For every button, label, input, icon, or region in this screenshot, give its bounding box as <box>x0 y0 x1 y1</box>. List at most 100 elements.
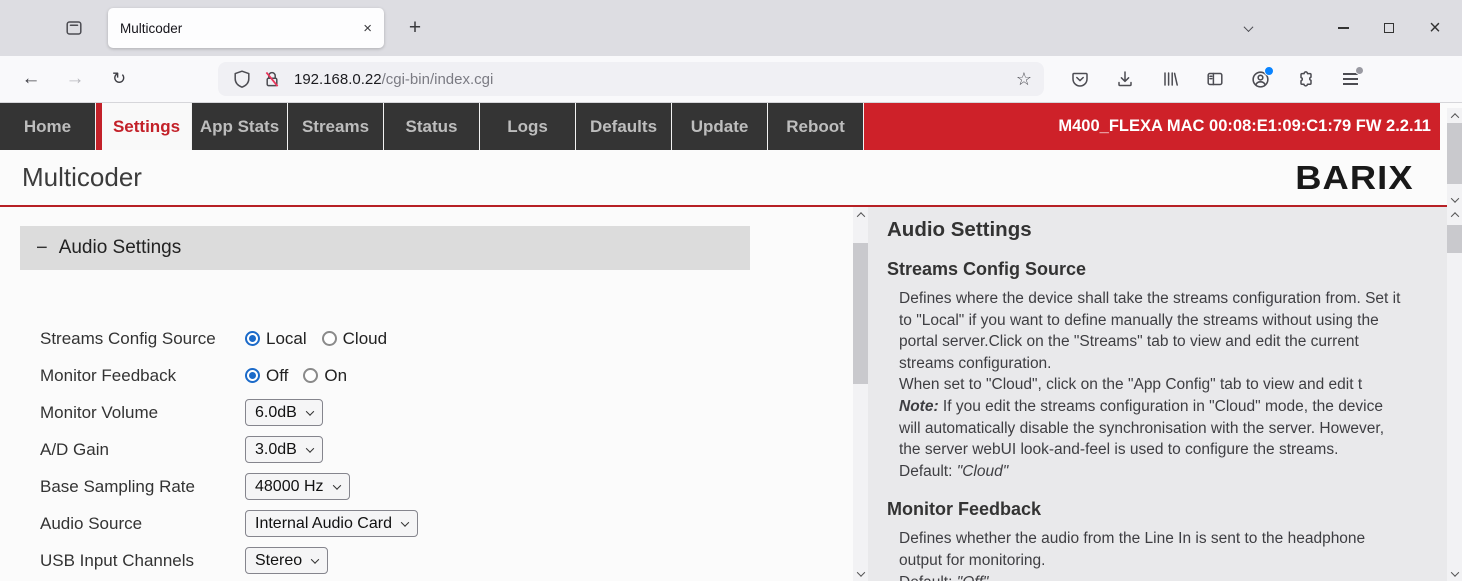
nav-tab-settings[interactable]: Settings <box>96 103 192 150</box>
maximize-button[interactable] <box>1366 8 1412 48</box>
field-label: Monitor Feedback <box>40 366 245 386</box>
scrollbar-track[interactable] <box>853 222 868 566</box>
audio-source-select[interactable]: Internal Audio Card <box>245 510 418 537</box>
help-panel-scrollbar[interactable] <box>1447 207 1462 581</box>
scroll-down-arrow[interactable] <box>1447 192 1462 207</box>
nav-tab-streams[interactable]: Streams <box>288 103 384 150</box>
hamburger-menu-icon <box>1343 73 1358 85</box>
usb-input-channels-select[interactable]: Stereo <box>245 547 328 574</box>
nav-tab-logs[interactable]: Logs <box>480 103 576 150</box>
screen: Multicoder × + × ← → ↻ 192.168.0.22/cgi-… <box>0 0 1462 581</box>
pocket-icon <box>1070 69 1090 89</box>
firefox-view-icon <box>64 18 84 38</box>
nav-tab-status[interactable]: Status <box>384 103 480 150</box>
barix-logo: BARIX <box>1296 159 1414 197</box>
form-row-monitor-volume: Monitor Volume 6.0dB <box>40 394 868 431</box>
url-bar[interactable]: 192.168.0.22/cgi-bin/index.cgi ☆ <box>218 62 1044 96</box>
forward-button[interactable]: → <box>60 64 90 94</box>
monitor-volume-select[interactable]: 6.0dB <box>245 399 323 426</box>
reload-button[interactable]: ↻ <box>104 64 134 94</box>
chevron-down-icon <box>332 481 340 489</box>
default-value: "Off" <box>957 574 989 581</box>
radio-unselected-icon[interactable] <box>303 368 318 383</box>
radio-option-on[interactable]: On <box>303 366 347 386</box>
radio-option-off[interactable]: Off <box>245 366 288 386</box>
tab-close-icon[interactable]: × <box>363 20 372 37</box>
list-all-tabs-button[interactable] <box>1232 25 1264 32</box>
scroll-down-arrow[interactable] <box>1447 566 1462 581</box>
section-title: Audio Settings <box>59 237 182 259</box>
field-label: Streams Config Source <box>40 329 245 349</box>
select-value: Stereo <box>255 552 302 570</box>
scroll-up-arrow[interactable] <box>1447 108 1462 123</box>
radio-selected-icon[interactable] <box>245 331 260 346</box>
page-title: Multicoder <box>22 162 142 193</box>
browser-tab[interactable]: Multicoder × <box>108 8 384 48</box>
audio-settings-form: Streams Config Source Local Cloud Monito <box>40 320 868 579</box>
content-area: − Audio Settings Streams Config Source L… <box>0 207 1462 581</box>
settings-frame-scrollbar[interactable] <box>853 207 868 581</box>
radio-unselected-icon[interactable] <box>322 331 337 346</box>
note-label: Note: <box>899 398 939 415</box>
scrollbar-track[interactable] <box>1447 123 1462 192</box>
default-label: Default: <box>899 574 957 581</box>
sidebar-button[interactable] <box>1203 67 1227 91</box>
help-heading-streams-config-source: Streams Config Source <box>887 259 1433 280</box>
note-text: If you edit the streams configuration in… <box>899 398 1384 458</box>
device-top-frame: Home Settings App Stats Streams Status L… <box>0 103 1462 207</box>
window-close-button[interactable]: × <box>1412 8 1458 48</box>
browser-tab-strip: Multicoder × + × <box>0 0 1462 56</box>
scrollbar-thumb[interactable] <box>853 243 868 384</box>
help-default-line: Default: "Off" <box>899 572 1433 581</box>
lock-insecure-icon[interactable] <box>262 69 282 89</box>
nav-tab-home[interactable]: Home <box>0 103 96 150</box>
scroll-down-arrow[interactable] <box>853 566 868 581</box>
help-scrollbar-column <box>1447 207 1462 581</box>
scrollbar-thumb[interactable] <box>1447 225 1462 253</box>
new-tab-button[interactable]: + <box>400 16 430 40</box>
extensions-button[interactable] <box>1293 67 1317 91</box>
radio-selected-icon[interactable] <box>245 368 260 383</box>
help-panel: Audio Settings Streams Config Source Def… <box>868 207 1447 581</box>
account-icon <box>1250 69 1271 90</box>
top-frame-scrollbar[interactable] <box>1447 108 1462 207</box>
radio-option-local[interactable]: Local <box>245 329 307 349</box>
shield-icon[interactable] <box>232 69 252 89</box>
field-label: Base Sampling Rate <box>40 477 245 497</box>
collapse-minus-icon[interactable]: − <box>36 238 48 258</box>
scroll-up-arrow[interactable] <box>853 207 868 222</box>
sidebar-icon <box>1205 69 1225 89</box>
base-sampling-rate-select[interactable]: 48000 Hz <box>245 473 350 500</box>
firefox-view-button[interactable] <box>58 12 90 44</box>
library-button[interactable] <box>1158 67 1182 91</box>
menu-button[interactable] <box>1338 67 1362 91</box>
select-value: 48000 Hz <box>255 478 324 496</box>
scroll-up-arrow[interactable] <box>1447 207 1462 222</box>
scrollbar-track[interactable] <box>1447 222 1462 566</box>
minimize-button[interactable] <box>1320 8 1366 48</box>
account-button[interactable] <box>1248 67 1272 91</box>
device-info-banner: M400_FLEXA MAC 00:08:E1:09:C1:79 FW 2.2.… <box>864 103 1440 150</box>
radio-label: Cloud <box>343 329 387 349</box>
nav-tab-reboot[interactable]: Reboot <box>768 103 864 150</box>
nav-tab-update[interactable]: Update <box>672 103 768 150</box>
back-button[interactable]: ← <box>16 64 46 94</box>
chevron-down-icon <box>306 407 314 415</box>
default-label: Default: <box>899 463 957 480</box>
radio-option-cloud[interactable]: Cloud <box>322 329 387 349</box>
bookmark-star-icon[interactable]: ☆ <box>1016 69 1032 90</box>
nav-tab-app-stats[interactable]: App Stats <box>192 103 288 150</box>
ad-gain-select[interactable]: 3.0dB <box>245 436 323 463</box>
nav-tab-defaults[interactable]: Defaults <box>576 103 672 150</box>
form-row-ad-gain: A/D Gain 3.0dB <box>40 431 868 468</box>
audio-settings-section-header[interactable]: − Audio Settings <box>20 226 750 270</box>
toolbar-icons <box>1068 67 1362 91</box>
form-row-usb-input-channels: USB Input Channels Stereo <box>40 542 868 579</box>
form-row-streams-config-source: Streams Config Source Local Cloud <box>40 320 868 357</box>
extensions-puzzle-icon <box>1295 69 1315 89</box>
help-note: Note: If you edit the streams configurat… <box>899 396 1433 461</box>
pocket-button[interactable] <box>1068 67 1092 91</box>
device-info-text: M400_FLEXA MAC 00:08:E1:09:C1:79 FW 2.2.… <box>1058 117 1431 136</box>
scrollbar-thumb[interactable] <box>1447 123 1462 184</box>
downloads-button[interactable] <box>1113 67 1137 91</box>
